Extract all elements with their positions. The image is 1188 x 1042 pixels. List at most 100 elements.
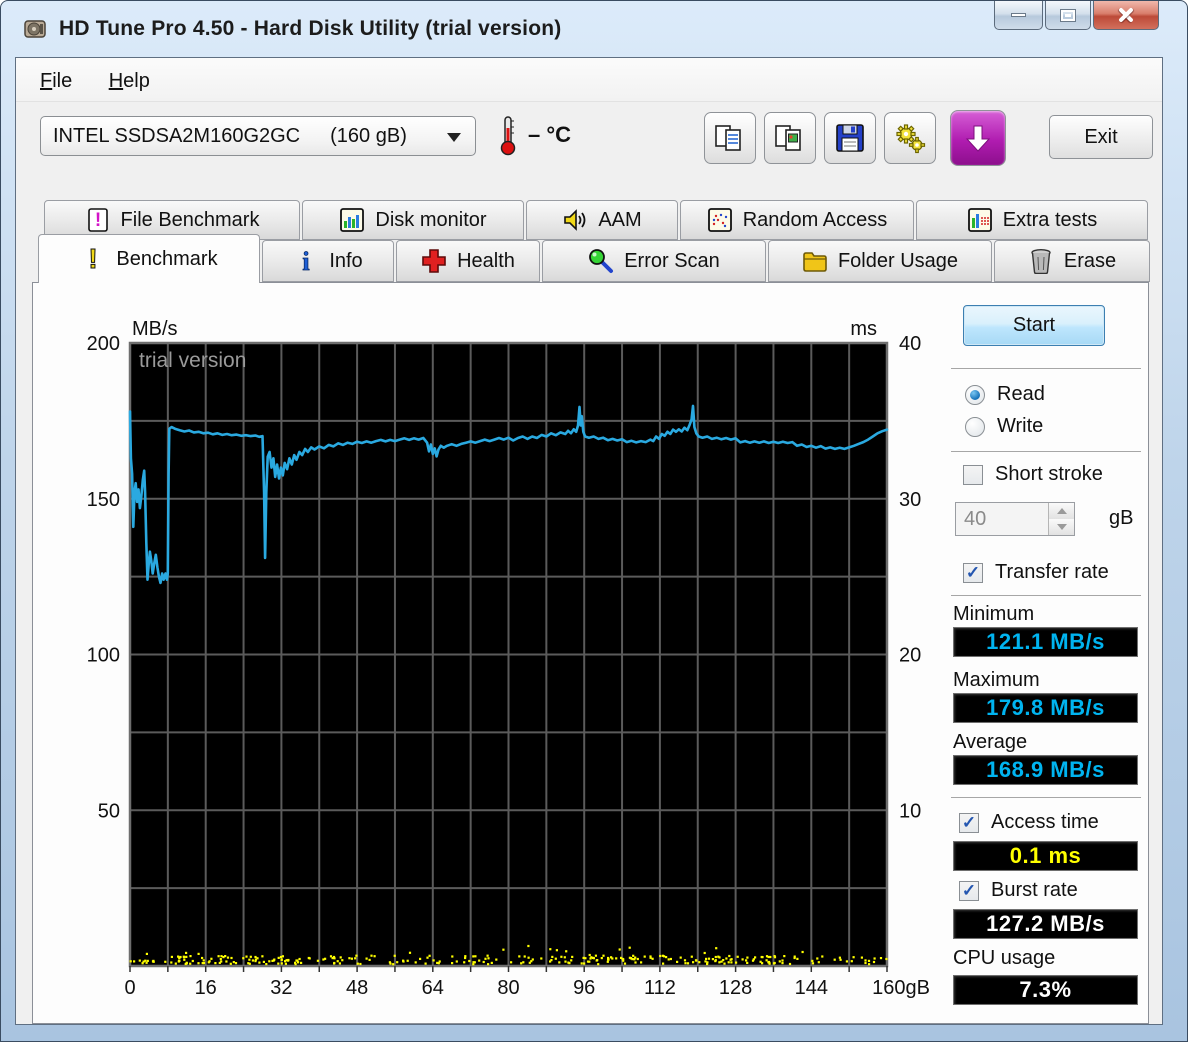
window-title: HD Tune Pro 4.50 - Hard Disk Utility (tr… [59,17,562,40]
svg-text:40: 40 [899,333,921,355]
tab-folder-usage[interactable]: Folder Usage [768,240,992,282]
burst-rate-checkbox[interactable]: ✓ [959,880,979,901]
svg-text:10: 10 [899,800,921,822]
svg-text:100: 100 [87,645,120,667]
spinner-up-button[interactable] [1049,503,1074,519]
exit-button[interactable]: Exit [1049,115,1153,159]
minimize-icon [1011,13,1026,17]
svg-text:48: 48 [346,977,368,999]
extra-tests-icon [967,207,993,233]
svg-text:ms: ms [850,318,877,340]
tab-extra-tests[interactable]: Extra tests [916,200,1148,240]
svg-text:0: 0 [124,977,135,999]
transfer-rate-row: ✓ Transfer rate [963,561,1109,584]
arrow-down-icon [1056,524,1067,530]
access-time-row: ✓ Access time [959,811,1099,834]
drive-selector[interactable]: INTEL SSDSA2M160G2GC (160 gB) [40,116,476,156]
separator [951,451,1141,452]
svg-text:MB/s: MB/s [132,318,178,340]
benchmark-chart: trial version MB/s ms 50 100 150 200 10 20 30 40 0 1… [87,318,930,999]
temperature-readout: – °C [528,122,572,147]
app-window: HD Tune Pro 4.50 - Hard Disk Utility (tr… [0,0,1188,1042]
maximum-label: Maximum [953,669,1040,691]
read-radio-row: Read [965,383,1045,406]
svg-text:16: 16 [195,977,217,999]
spinner-down-button[interactable] [1049,519,1074,535]
svg-text:160gB: 160gB [872,977,930,999]
title-bar[interactable]: HD Tune Pro 4.50 - Hard Disk Utility (tr… [1,1,1187,57]
tab-info[interactable]: i Info [262,240,394,282]
folder-icon [802,248,828,274]
separator [951,368,1141,369]
thermometer-icon [500,116,516,156]
magnifier-icon [588,248,614,274]
average-value: 168.9 MB/s [953,755,1138,785]
info-icon: i [293,248,319,274]
svg-text:128: 128 [719,977,752,999]
copy-image-button[interactable] [764,112,816,164]
tab-random-access[interactable]: Random Access [680,200,914,240]
trash-icon [1028,248,1054,274]
tab-error-scan[interactable]: Error Scan [542,240,766,282]
svg-text:20: 20 [899,645,921,667]
copy-text-icon [715,125,741,151]
copy-text-button[interactable] [704,112,756,164]
transfer-rate-checkbox[interactable]: ✓ [963,562,983,583]
file-benchmark-icon: ! [85,207,111,233]
options-gears-icon [896,124,926,154]
svg-text:i: i [303,248,310,274]
chevron-down-icon [447,133,461,142]
access-time-value: 0.1 ms [953,841,1138,871]
svg-text:!: ! [94,210,100,231]
stroke-size-unit: gB [1109,507,1134,529]
svg-text:96: 96 [573,977,595,999]
svg-text:80: 80 [497,977,519,999]
start-button[interactable]: Start [963,305,1105,346]
access-time-checkbox[interactable]: ✓ [959,812,979,833]
benchmark-panel: trial version MB/s ms 50 100 150 200 10 20 30 40 0 1… [32,282,1149,1024]
tab-erase[interactable]: Erase [994,240,1150,282]
health-cross-icon [421,248,447,274]
drive-name: INTEL SSDSA2M160G2GC [53,124,301,147]
maximize-button[interactable] [1045,1,1091,30]
cpu-usage-value: 7.3% [953,975,1138,1005]
cpu-usage-label: CPU usage [953,947,1056,969]
burst-rate-row: ✓ Burst rate [959,879,1078,902]
download-arrow-icon [965,125,991,152]
average-label: Average [953,731,1028,753]
separator [951,595,1141,596]
save-icon [836,124,864,152]
svg-text:150: 150 [87,489,120,511]
tab-benchmark[interactable]: ! Benchmark [38,234,260,283]
write-radio[interactable] [965,416,985,437]
options-button[interactable] [884,112,936,164]
svg-text:32: 32 [270,977,292,999]
separator [951,797,1141,798]
tab-health[interactable]: Health [396,240,540,282]
speaker-icon [562,207,588,233]
tab-disk-monitor[interactable]: Disk monitor [302,200,524,240]
svg-text:!: ! [89,245,98,273]
drive-capacity: (160 gB) [330,124,407,147]
svg-text:30: 30 [899,489,921,511]
stroke-size-spinner[interactable]: 40 [955,502,1075,536]
hd-tune-app-icon [24,20,46,38]
menu-file[interactable]: File [32,68,80,95]
random-access-icon [707,207,733,233]
benchmark-icon: ! [80,245,106,273]
minimize-to-tray-button[interactable] [950,110,1006,166]
svg-text:50: 50 [98,800,120,822]
minimize-button[interactable] [994,1,1043,30]
minimum-value: 121.1 MB/s [953,627,1138,657]
disk-monitor-icon [339,207,365,233]
read-radio[interactable] [965,384,985,405]
short-stroke-checkbox[interactable] [963,464,983,485]
arrow-up-icon [1056,508,1067,514]
close-button[interactable] [1093,1,1159,30]
close-icon [1118,7,1134,23]
save-button[interactable] [824,112,876,164]
short-stroke-row: Short stroke [963,463,1103,486]
svg-text:144: 144 [795,977,828,999]
tab-aam[interactable]: AAM [526,200,678,240]
menu-help[interactable]: Help [101,68,158,95]
